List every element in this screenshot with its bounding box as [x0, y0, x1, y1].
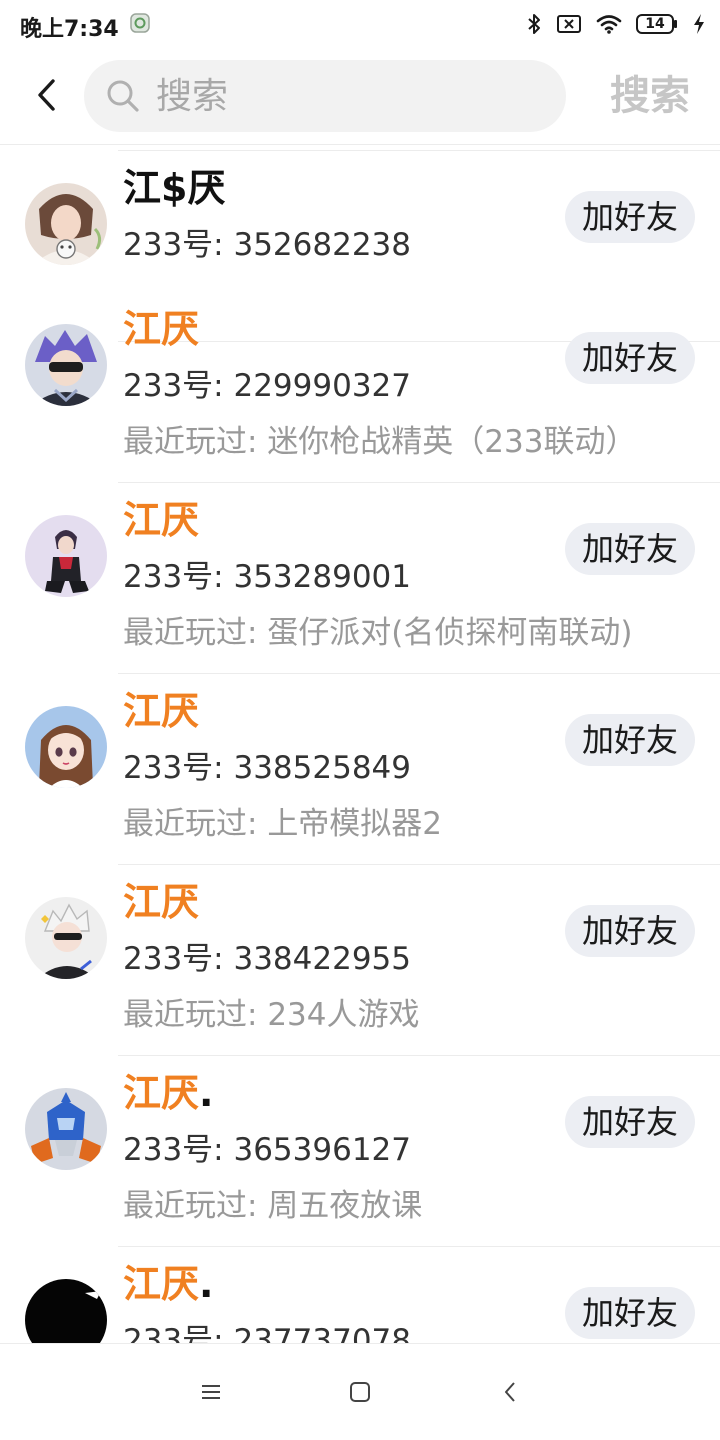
back-icon [502, 1380, 518, 1408]
battery-level: 14 [645, 16, 665, 32]
user-result-list[interactable]: 江$厌 233号: 352682238 加好友 江厌 233号: 2299903… [0, 145, 720, 1343]
recently-played: 最近玩过: 上帝模拟器2 [123, 806, 443, 842]
menu-icon [200, 1382, 222, 1406]
add-friend-button[interactable]: 加好友 [565, 523, 695, 575]
add-friend-button[interactable]: 加好友 [565, 1096, 695, 1148]
recently-played: 最近玩过: 蛋仔派对(名侦探柯南联动) [123, 615, 633, 651]
user-name: 江厌. [123, 1262, 214, 1306]
nav-back-button[interactable] [490, 1374, 530, 1414]
user-row[interactable]: 江厌 233号: 229990327 最近玩过: 迷你枪战精英（233联动） 加… [0, 292, 720, 483]
status-time: 晚上7:34 [20, 17, 119, 42]
recently-played: 最近玩过: 周五夜放课 [123, 1188, 423, 1224]
add-friend-button[interactable]: 加好友 [565, 332, 695, 384]
user-id: 233号: 338525849 [123, 750, 411, 786]
user-name: 江厌 [123, 498, 200, 542]
search-header: 搜索 [0, 50, 720, 145]
add-friend-button[interactable]: 加好友 [565, 714, 695, 766]
search-button[interactable]: 搜索 [610, 66, 690, 126]
avatar[interactable] [25, 1279, 107, 1343]
user-id: 233号: 365396127 [123, 1132, 411, 1168]
user-id: 233号: 338422955 [123, 941, 411, 977]
add-friend-button[interactable]: 加好友 [565, 1287, 695, 1339]
avatar[interactable] [25, 1088, 107, 1170]
user-name: 江厌. [123, 1071, 214, 1115]
charging-icon [692, 13, 706, 35]
user-name: 江厌 [123, 880, 200, 924]
menu-button[interactable] [191, 1374, 231, 1414]
user-id: 233号: 352682238 [123, 227, 411, 263]
app-notification-icon [130, 13, 150, 33]
user-id: 233号: 229990327 [123, 368, 411, 404]
home-button[interactable] [340, 1374, 380, 1414]
recently-played: 最近玩过: 234人游戏 [123, 997, 420, 1033]
user-row[interactable]: 江厌. 233号: 237737078 加好友 [0, 1247, 720, 1343]
battery-icon: 14 [636, 14, 678, 34]
user-row[interactable]: 江厌 233号: 353289001 最近玩过: 蛋仔派对(名侦探柯南联动) 加… [0, 483, 720, 674]
user-name: 江厌 [123, 689, 200, 733]
user-row[interactable]: 江厌. 233号: 365396127 最近玩过: 周五夜放课 加好友 [0, 1056, 720, 1247]
sim-off-icon [556, 13, 582, 35]
home-icon [349, 1381, 371, 1407]
add-friend-button[interactable]: 加好友 [565, 905, 695, 957]
avatar[interactable] [25, 897, 107, 979]
recently-played: 最近玩过: 迷你枪战精英（233联动） [123, 424, 637, 460]
avatar[interactable] [25, 324, 107, 406]
wifi-icon [596, 13, 622, 35]
system-nav-bar [0, 1343, 720, 1440]
chevron-left-icon [34, 78, 60, 116]
add-friend-button[interactable]: 加好友 [565, 191, 695, 243]
user-name: 江厌 [123, 307, 200, 351]
avatar[interactable] [25, 515, 107, 597]
search-box[interactable] [84, 60, 606, 132]
back-button[interactable] [22, 72, 72, 122]
search-input[interactable] [154, 65, 606, 127]
avatar[interactable] [25, 706, 107, 788]
avatar[interactable] [25, 183, 107, 265]
user-name: 江$厌 [123, 166, 226, 210]
status-bar: 晚上7:34 14 [0, 0, 720, 50]
status-icons: 14 [526, 10, 706, 38]
search-icon [106, 78, 140, 114]
user-id: 233号: 353289001 [123, 559, 411, 595]
bluetooth-icon [526, 12, 542, 36]
user-id: 233号: 237737078 [123, 1323, 411, 1343]
search-results-screen: 晚上7:34 14 搜索 搜索 江$厌 233号: 352682238 加好友 … [0, 0, 720, 1440]
user-row[interactable]: 江厌 233号: 338422955 最近玩过: 234人游戏 加好友 [0, 865, 720, 1056]
user-row[interactable]: 江厌 233号: 338525849 最近玩过: 上帝模拟器2 加好友 [0, 674, 720, 865]
